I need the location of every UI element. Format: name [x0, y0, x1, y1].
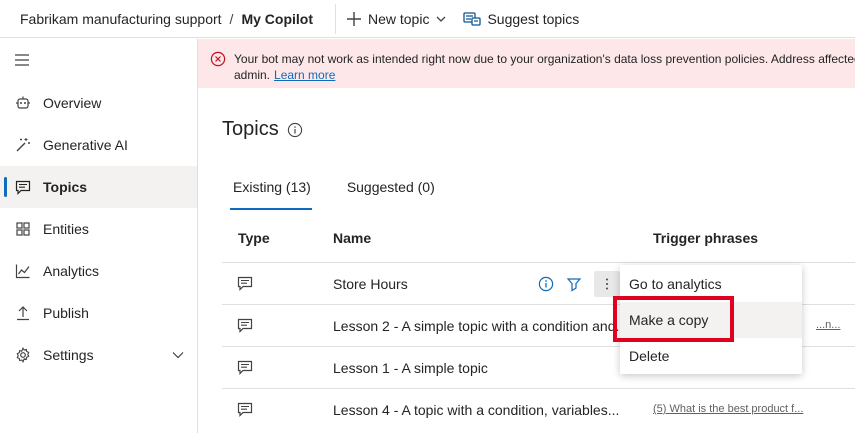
sidebar-item-overview[interactable]: Overview — [0, 82, 197, 124]
upload-icon — [15, 305, 31, 321]
new-topic-button[interactable]: New topic — [346, 11, 447, 27]
robot-icon — [15, 95, 31, 111]
learn-more-link[interactable]: Learn more — [274, 68, 335, 82]
tab-suggested[interactable]: Suggested (0) — [344, 176, 438, 205]
error-circle-icon — [210, 51, 226, 88]
sidebar-item-label: Topics — [43, 179, 88, 195]
entities-icon — [15, 221, 31, 237]
new-topic-label: New topic — [367, 10, 430, 27]
sidebar-item-label: Publish — [43, 305, 89, 321]
more-options-button[interactable] — [594, 271, 620, 297]
active-tab-indicator — [230, 208, 312, 210]
sidebar-item-label: Generative AI — [43, 137, 128, 153]
suggest-topics-label: Suggest topics — [487, 10, 580, 27]
row-actions — [538, 271, 620, 297]
table-row[interactable]: Lesson 4 - A topic with a condition, var… — [222, 388, 855, 430]
topic-type-icon — [237, 401, 253, 417]
gear-icon — [15, 347, 31, 363]
banner-line-1: Your bot may not work as intended right … — [234, 52, 855, 66]
info-icon[interactable] — [287, 122, 303, 138]
table-header: Type Name Trigger phrases — [222, 226, 855, 263]
top-bar: Fabrikam manufacturing support / My Copi… — [0, 0, 855, 38]
topic-context-menu: Go to analytics Make a copy Delete — [620, 265, 802, 374]
sidebar-item-analytics[interactable]: Analytics — [0, 250, 197, 292]
hamburger-menu-icon[interactable] — [14, 53, 30, 67]
banner-message: Your bot may not work as intended right … — [234, 51, 855, 88]
topic-name[interactable]: Store Hours — [333, 276, 408, 292]
column-header-trigger[interactable]: Trigger phrases — [653, 230, 758, 246]
test-topic-icon[interactable] — [566, 276, 582, 292]
main-content: Topics Existing (13) Suggested (0) Type … — [198, 88, 855, 433]
tab-existing[interactable]: Existing (13) — [230, 176, 314, 205]
chat-icon — [15, 179, 31, 195]
topic-name[interactable]: Lesson 2 - A simple topic with a conditi… — [333, 318, 627, 334]
column-header-type[interactable]: Type — [238, 230, 270, 246]
sidebar-item-label: Settings — [43, 347, 94, 363]
topic-type-icon — [237, 317, 253, 333]
chevron-down-icon — [435, 13, 447, 25]
sidebar: Overview Generative AI Topics Entities A… — [0, 39, 198, 433]
topic-name[interactable]: Lesson 4 - A topic with a condition, var… — [333, 402, 619, 418]
chevron-down-icon[interactable] — [171, 348, 185, 362]
page-title: Topics — [222, 118, 303, 141]
sidebar-item-generative-ai[interactable]: Generative AI — [0, 124, 197, 166]
page-title-text: Topics — [222, 118, 279, 140]
breadcrumb-parent[interactable]: Fabrikam manufacturing support — [20, 11, 222, 27]
suggest-topics-icon — [463, 11, 482, 27]
trigger-phrases[interactable]: ...n... — [816, 319, 840, 331]
topic-type-icon — [237, 275, 253, 291]
sidebar-item-label: Analytics — [43, 263, 100, 279]
column-header-name[interactable]: Name — [333, 230, 371, 246]
info-icon[interactable] — [538, 276, 554, 292]
sidebar-item-label: Entities — [43, 221, 89, 237]
breadcrumb-separator: / — [229, 10, 234, 27]
topic-tabs: Existing (13) Suggested (0) — [230, 176, 438, 205]
analytics-icon — [15, 263, 31, 279]
more-vertical-icon — [605, 277, 609, 291]
topic-name[interactable]: Lesson 1 - A simple topic — [333, 360, 488, 376]
breadcrumb-current[interactable]: My Copilot — [241, 11, 313, 27]
sidebar-item-label: Overview — [43, 95, 102, 111]
breadcrumb: Fabrikam manufacturing support / My Copi… — [0, 11, 313, 27]
toolbar-divider — [334, 3, 336, 34]
sidebar-nav: Overview Generative AI Topics Entities A… — [0, 82, 197, 376]
menu-item-make-a-copy[interactable]: Make a copy — [620, 302, 802, 338]
dlp-warning-banner: Your bot may not work as intended right … — [198, 39, 855, 88]
sidebar-item-publish[interactable]: Publish — [0, 292, 197, 334]
suggest-topics-button[interactable]: Suggest topics — [463, 11, 579, 27]
sidebar-item-entities[interactable]: Entities — [0, 208, 197, 250]
plus-icon — [346, 11, 362, 27]
sidebar-item-topics[interactable]: Topics — [0, 166, 197, 208]
menu-item-go-to-analytics[interactable]: Go to analytics — [620, 266, 802, 302]
trigger-phrases[interactable]: (5) What is the best product f... — [653, 403, 803, 415]
menu-item-delete[interactable]: Delete — [620, 338, 802, 374]
magic-wand-icon — [15, 137, 31, 153]
banner-line-2: admin. — [234, 68, 271, 82]
topic-type-icon — [237, 359, 253, 375]
sidebar-item-settings[interactable]: Settings — [0, 334, 197, 376]
